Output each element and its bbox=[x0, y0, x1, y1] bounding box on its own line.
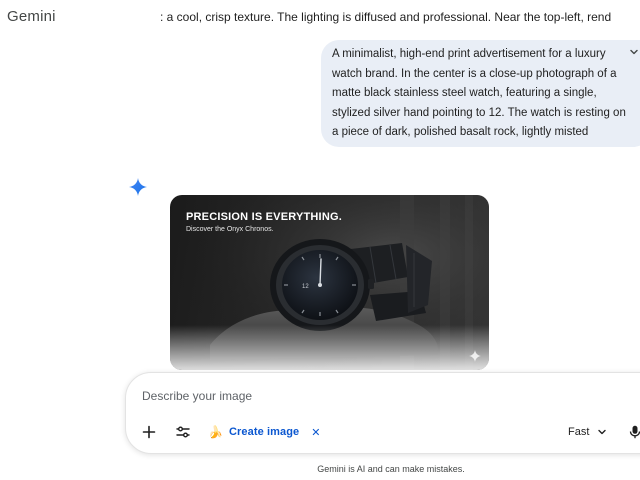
add-button[interactable] bbox=[140, 423, 158, 441]
plus-icon bbox=[142, 425, 156, 439]
gemini-spark-icon bbox=[129, 178, 147, 196]
prompt-composer: 🍌 Create image ✕ Fast bbox=[125, 372, 640, 454]
chip-label: Create image bbox=[228, 426, 300, 438]
ad-headline: PRECISION IS EVERYTHING. bbox=[186, 211, 342, 223]
describe-image-input[interactable] bbox=[142, 389, 442, 403]
microphone-icon bbox=[629, 425, 640, 439]
user-message-bubble: A minimalist, high-end print advertiseme… bbox=[321, 40, 640, 147]
sparkle-watermark-icon bbox=[469, 350, 481, 362]
user-message-text: A minimalist, high-end print advertiseme… bbox=[332, 48, 626, 138]
chevron-down-icon[interactable] bbox=[628, 46, 640, 58]
create-image-chip[interactable]: 🍌 Create image ✕ bbox=[208, 423, 320, 441]
model-mode-select[interactable]: Fast bbox=[568, 423, 607, 441]
chip-close-button[interactable]: ✕ bbox=[311, 426, 320, 439]
gemini-app: Gemini : a cool, crisp texture. The ligh… bbox=[0, 0, 640, 480]
prompt-ticker: : a cool, crisp texture. The lighting is… bbox=[160, 10, 612, 24]
ad-subheadline: Discover the Onyx Chronos. bbox=[186, 226, 274, 233]
microphone-button[interactable] bbox=[626, 423, 640, 441]
brand-title[interactable]: Gemini bbox=[7, 8, 56, 25]
tools-sliders-icon bbox=[176, 426, 190, 438]
generated-image[interactable]: 12 PRECISION IS EVERYTHING. Discover the… bbox=[170, 195, 489, 370]
tools-button[interactable] bbox=[174, 423, 192, 441]
ai-disclaimer: Gemini is AI and can make mistakes. bbox=[317, 464, 465, 474]
mode-label: Fast bbox=[568, 426, 590, 438]
chevron-down-icon bbox=[598, 429, 607, 435]
dial-numeral: 12 bbox=[302, 284, 309, 290]
banana-icon: 🍌 bbox=[208, 425, 223, 439]
